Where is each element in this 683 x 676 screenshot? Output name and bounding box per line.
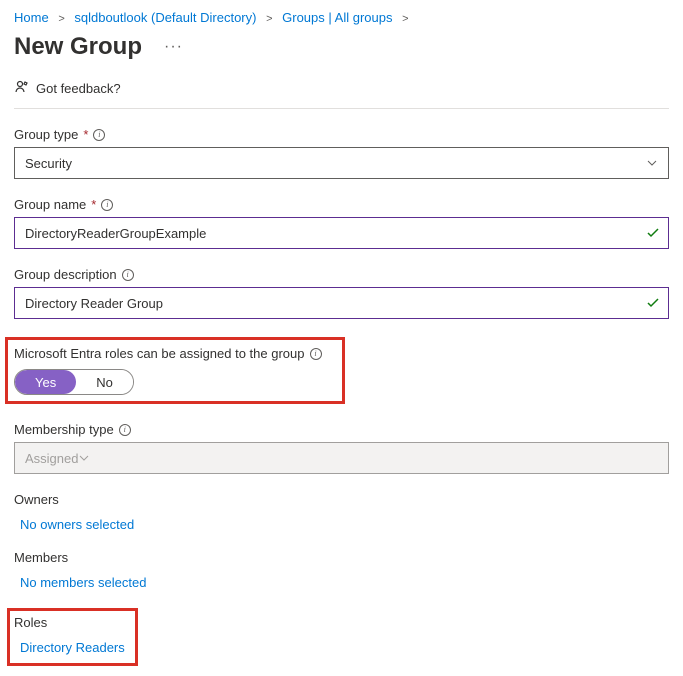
entra-roles-label: Microsoft Entra roles can be assigned to… (14, 346, 336, 361)
members-heading: Members (14, 550, 669, 565)
toggle-yes[interactable]: Yes (15, 370, 76, 394)
entra-roles-toggle[interactable]: Yes No (14, 369, 134, 395)
feedback-label: Got feedback? (36, 81, 121, 96)
field-group-description: Group description i Directory Reader Gro… (14, 267, 669, 319)
members-link[interactable]: No members selected (14, 575, 669, 590)
section-owners: Owners No owners selected (14, 492, 669, 532)
required-asterisk: * (83, 127, 88, 142)
more-actions-button[interactable]: ··· (160, 34, 187, 60)
breadcrumb-home[interactable]: Home (14, 10, 49, 25)
checkmark-icon (646, 226, 660, 240)
roles-link[interactable]: Directory Readers (14, 640, 125, 655)
membership-type-select: Assigned (14, 442, 669, 474)
feedback-icon (14, 79, 30, 98)
roles-heading: Roles (14, 615, 125, 630)
toggle-no[interactable]: No (76, 370, 133, 394)
page-title: New Group (14, 33, 142, 61)
group-description-label: Group description i (14, 267, 669, 282)
owners-link[interactable]: No owners selected (14, 517, 669, 532)
group-description-value: Directory Reader Group (25, 296, 163, 311)
highlight-roles: Roles Directory Readers (7, 608, 138, 666)
group-type-select[interactable]: Security (14, 147, 669, 179)
feedback-button[interactable]: Got feedback? (14, 79, 669, 109)
required-asterisk: * (91, 197, 96, 212)
group-description-input[interactable]: Directory Reader Group (14, 287, 669, 319)
chevron-right-icon: > (58, 13, 64, 25)
field-group-name: Group name * i DirectoryReaderGroupExamp… (14, 197, 669, 249)
field-membership-type: Membership type i Assigned (14, 422, 669, 474)
owners-heading: Owners (14, 492, 669, 507)
page-title-row: New Group ··· (14, 33, 669, 61)
membership-type-value: Assigned (25, 451, 78, 466)
chevron-right-icon: > (266, 13, 272, 25)
group-name-label: Group name * i (14, 197, 669, 212)
info-icon[interactable]: i (310, 348, 322, 360)
group-name-value: DirectoryReaderGroupExample (25, 226, 206, 241)
breadcrumb-tenant[interactable]: sqldboutlook (Default Directory) (74, 10, 256, 25)
info-icon[interactable]: i (122, 269, 134, 281)
info-icon[interactable]: i (119, 424, 131, 436)
group-type-label: Group type * i (14, 127, 669, 142)
breadcrumb: Home > sqldboutlook (Default Directory) … (14, 10, 669, 25)
group-type-value: Security (25, 156, 72, 171)
info-icon[interactable]: i (101, 199, 113, 211)
field-group-type: Group type * i Security (14, 127, 669, 179)
checkmark-icon (646, 296, 660, 310)
group-name-input[interactable]: DirectoryReaderGroupExample (14, 217, 669, 249)
membership-type-label: Membership type i (14, 422, 669, 437)
section-members: Members No members selected (14, 550, 669, 590)
chevron-right-icon: > (402, 13, 408, 25)
breadcrumb-groups[interactable]: Groups | All groups (282, 10, 392, 25)
chevron-down-icon (646, 157, 658, 169)
info-icon[interactable]: i (93, 129, 105, 141)
highlight-entra-roles: Microsoft Entra roles can be assigned to… (5, 337, 345, 404)
chevron-down-icon (78, 452, 90, 464)
